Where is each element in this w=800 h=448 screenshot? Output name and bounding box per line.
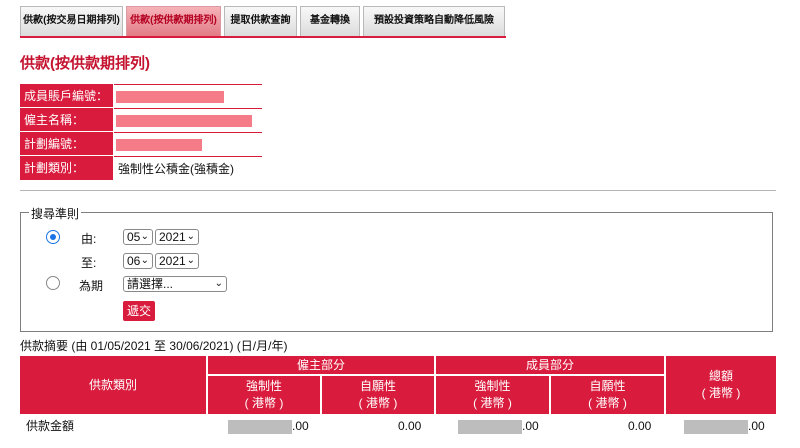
divider	[20, 190, 776, 191]
hkd-label: ( 港幣 )	[701, 386, 741, 400]
info-row-plan-type: 計劃類別： 強制性公積金(強積金)	[20, 156, 262, 180]
submit-button[interactable]: 遞交	[123, 301, 155, 321]
chevron-down-icon: ⌄	[140, 255, 149, 266]
info-row-employer: 僱主名稱：	[20, 108, 262, 132]
period-select[interactable]: 請選擇... ⌄	[123, 276, 227, 292]
header-member-mandatory: 強制性 ( 港幣 )	[436, 376, 549, 414]
tab-default-investment-derisking[interactable]: 預設投資策略自動降低風險	[363, 6, 505, 36]
header-employer-voluntary: 自願性 ( 港幣 )	[322, 376, 434, 414]
plan-type-label: 計劃類別：	[20, 156, 114, 180]
hkd-label: ( 港幣 )	[358, 396, 398, 410]
voluntary-label: 自願性	[589, 379, 626, 393]
redacted-mask	[116, 91, 224, 103]
tab-contribution-by-transaction-date[interactable]: 供款(按交易日期排列)	[20, 6, 123, 36]
mandatory-label: 強制性	[245, 379, 282, 393]
header-employer-part: 僱主部分	[208, 356, 434, 374]
account-number-label: 成員賬戶編號：	[20, 84, 114, 107]
total-amount: .00	[748, 419, 765, 433]
header-employer-mandatory: 強制性 ( 港幣 )	[208, 376, 320, 414]
from-year-select[interactable]: 2021 ⌄	[155, 229, 199, 245]
hkd-label: ( 港幣 )	[473, 396, 512, 410]
tab-contribution-by-period[interactable]: 供款(按供款期排列)	[126, 6, 221, 36]
tab-fund-switching[interactable]: 基金轉換	[300, 6, 360, 36]
redacted-mask	[116, 115, 252, 127]
member-mandatory-amount: .00	[522, 419, 539, 433]
employer-name-value	[114, 108, 262, 131]
row-label-contribution-amount: 供款金額	[26, 419, 75, 433]
chevron-down-icon: ⌄	[214, 278, 223, 289]
info-row-account: 成員賬戶編號：	[20, 84, 262, 108]
header-total: 總額 ( 港幣 )	[666, 356, 776, 414]
redacted-mask	[458, 420, 522, 434]
mandatory-label: 強制性	[474, 379, 511, 393]
employer-voluntary-amount: 0.00	[398, 419, 422, 433]
redacted-mask	[228, 420, 292, 434]
redacted-mask	[684, 420, 748, 434]
to-month-select[interactable]: 06 ⌄	[123, 253, 153, 269]
account-number-value	[114, 84, 262, 107]
radio-date-range[interactable]	[46, 230, 60, 244]
page-title: 供款(按供款期排列)	[20, 55, 150, 72]
total-label: 總額	[708, 369, 733, 383]
employer-name-label: 僱主名稱：	[20, 108, 114, 131]
radio-period[interactable]	[46, 276, 60, 290]
tab-bar: 供款(按交易日期排列) 供款(按供款期排列) 提取供款查詢 基金轉換 預設投資策…	[20, 6, 506, 38]
period-label: 為期	[79, 279, 104, 293]
redacted-mask	[116, 139, 202, 151]
plan-number-value	[114, 132, 262, 155]
plan-type-value: 強制性公積金(強積金)	[114, 156, 262, 180]
chevron-down-icon: ⌄	[140, 231, 149, 242]
employer-mandatory-amount: .00	[292, 419, 309, 433]
header-contribution-type: 供款類別	[20, 356, 206, 414]
summary-title: 供款摘要 (由 01/05/2021 至 30/06/2021) (日/月/年)	[20, 339, 288, 353]
tab-withdrawal-enquiry[interactable]: 提取供款查詢	[224, 6, 297, 36]
from-label: 由:	[81, 232, 97, 246]
hkd-label: ( 港幣 )	[244, 396, 284, 410]
to-year-select[interactable]: 2021 ⌄	[155, 253, 199, 269]
chevron-down-icon: ⌄	[186, 231, 195, 242]
member-voluntary-amount: 0.00	[628, 419, 652, 433]
chevron-down-icon: ⌄	[186, 255, 195, 266]
info-row-plan-number: 計劃編號：	[20, 132, 262, 156]
member-info-table: 成員賬戶編號： 僱主名稱： 計劃編號： 計劃類別： 強制性公積金(強積金)	[20, 84, 262, 180]
voluntary-label: 自願性	[359, 379, 396, 393]
header-member-voluntary: 自願性 ( 港幣 )	[551, 376, 664, 414]
plan-number-label: 計劃編號：	[20, 132, 114, 155]
search-criteria-legend: 搜尋準則	[29, 205, 82, 222]
from-month-select[interactable]: 05 ⌄	[123, 229, 153, 245]
search-criteria-fieldset: 搜尋準則 由: 05 ⌄ 2021 ⌄ 至: 06 ⌄ 2021 ⌄ 為期 請選擇...…	[20, 205, 773, 332]
hkd-label: ( 港幣 )	[588, 396, 627, 410]
header-member-part: 成員部分	[436, 356, 664, 374]
to-label: 至:	[81, 256, 97, 270]
